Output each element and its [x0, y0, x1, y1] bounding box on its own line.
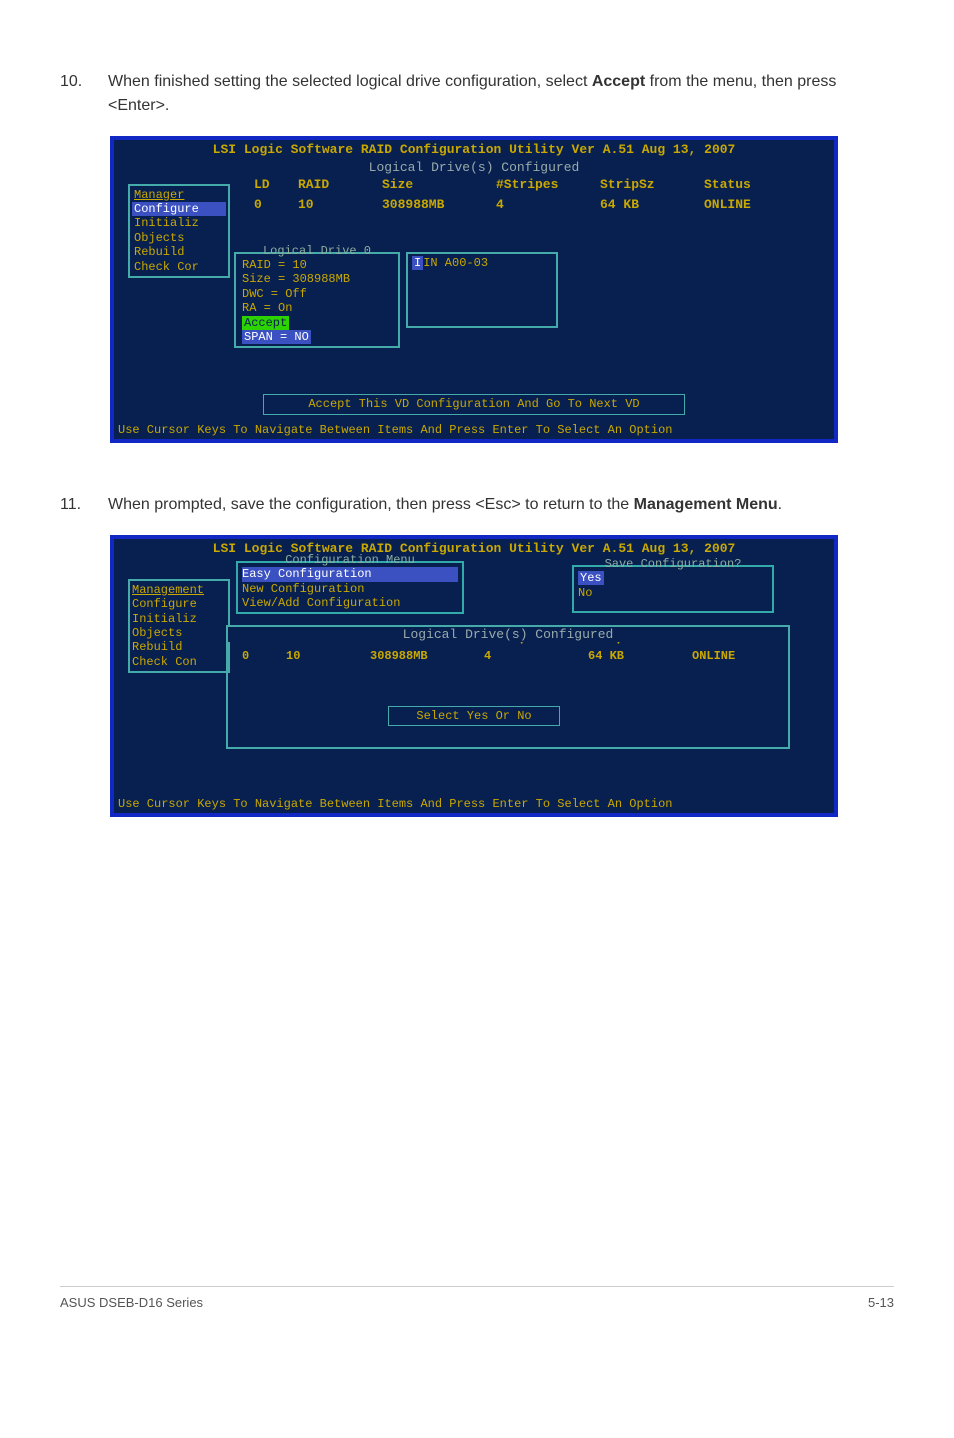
terminal-2: LSI Logic Software RAID Configuration Ut… — [114, 539, 834, 813]
col-stripes-head: #Stripes — [496, 177, 596, 193]
footer-left: ASUS DSEB-D16 Series — [60, 1295, 203, 1310]
logical-drive-panel: Logical Drive 0 RAID = 10 Size = 308988M… — [234, 252, 400, 349]
menu2-check-con[interactable]: Check Con — [132, 655, 226, 669]
save-yes[interactable]: Yes — [578, 571, 604, 585]
step-10: 10. When finished setting the selected l… — [60, 70, 894, 118]
ld-ra[interactable]: RA = On — [242, 301, 392, 315]
col-stripes-val: 4 — [496, 197, 596, 213]
step-10-num: 10. — [60, 70, 88, 118]
configured-panel: Logical Drive(s) Configured — [226, 625, 790, 749]
col-status-head: Status — [704, 177, 794, 193]
menu2-initializ[interactable]: Initializ — [132, 612, 226, 626]
step-11-num: 11. — [60, 493, 88, 517]
terminal-2-subtitle: Logical Drive(s) Configured — [228, 627, 788, 643]
step-10-bold: Accept — [592, 73, 645, 90]
step-10-text-a: When finished setting the selected logic… — [108, 73, 592, 90]
step-11-text-b: . — [778, 496, 782, 513]
step-10-text: When finished setting the selected logic… — [108, 70, 894, 118]
tooltip-panel: IIN A00-03 — [406, 252, 558, 328]
ld-size[interactable]: Size = 308988MB — [242, 272, 392, 286]
menu-initializ[interactable]: Initializ — [132, 216, 226, 230]
menu2-management[interactable]: Management — [132, 583, 226, 597]
page-footer: ASUS DSEB-D16 Series 5-13 — [60, 1286, 894, 1310]
terminal-1-subtitle: Logical Drive(s) Configured — [114, 160, 834, 176]
tooltip-prefix: I — [412, 256, 423, 270]
terminal-1-footer: Use Cursor Keys To Navigate Between Item… — [114, 421, 834, 439]
menu2-configure[interactable]: Configure — [132, 597, 226, 611]
menu-check-cor[interactable]: Check Cor — [132, 260, 226, 274]
management-menu: Manager Configure Initializ Objects Rebu… — [128, 184, 230, 278]
ld-panel-title: Logical Drive 0 — [242, 244, 392, 258]
col-stripsz-head: StripSz — [600, 177, 700, 193]
menu2-rebuild[interactable]: Rebuild — [132, 640, 226, 654]
menu-manager[interactable]: Manager — [132, 188, 226, 202]
ld-accept[interactable]: Accept — [242, 316, 289, 330]
col-stripsz-val: 64 KB — [600, 197, 700, 213]
terminal-1-title: LSI Logic Software RAID Configuration Ut… — [114, 140, 834, 160]
col-ld-head: LD — [254, 177, 294, 193]
save-configuration-dialog: Save Configuration? Yes No — [572, 565, 774, 613]
terminal-1-frame: LSI Logic Software RAID Configuration Ut… — [110, 136, 838, 443]
step-11-bold: Management Menu — [634, 496, 778, 513]
terminal-1: LSI Logic Software RAID Configuration Ut… — [114, 140, 834, 439]
save-no[interactable]: No — [578, 586, 768, 600]
configuration-menu: Configuration Menu Easy Configuration Ne… — [236, 561, 464, 615]
col-raid-val: 10 — [298, 197, 378, 213]
menu-configure[interactable]: Configure — [132, 202, 226, 216]
col-size-head: Size — [382, 177, 492, 193]
terminal-2-footer: Use Cursor Keys To Navigate Between Item… — [114, 795, 834, 813]
step-11-text: When prompted, save the configuration, t… — [108, 493, 782, 517]
menu2-objects[interactable]: Objects — [132, 626, 226, 640]
terminal-2-frame: LSI Logic Software RAID Configuration Ut… — [110, 535, 838, 817]
ld-dwc[interactable]: DWC = Off — [242, 287, 392, 301]
cfg-new[interactable]: New Configuration — [242, 582, 458, 596]
col-raid-head: RAID — [298, 177, 378, 193]
ld-raid[interactable]: RAID = 10 — [242, 258, 392, 272]
step-11: 11. When prompted, save the configuratio… — [60, 493, 894, 517]
bottom-box-1: Accept This VD Configuration And Go To N… — [263, 394, 685, 414]
ld-span[interactable]: SPAN = NO — [242, 330, 311, 344]
footer-right: 5-13 — [868, 1295, 894, 1310]
menu-rebuild[interactable]: Rebuild — [132, 245, 226, 259]
cfg-menu-title: Configuration Menu — [242, 553, 458, 567]
col-status-val: ONLINE — [704, 197, 794, 213]
step-11-text-a: When prompted, save the configuration, t… — [108, 496, 634, 513]
menu-objects[interactable]: Objects — [132, 231, 226, 245]
cfg-view[interactable]: View/Add Configuration — [242, 596, 458, 610]
save-title: Save Configuration? — [578, 557, 768, 571]
cfg-easy[interactable]: Easy Configuration — [242, 567, 458, 581]
col-ld-val: 0 — [254, 197, 294, 213]
col-size-val: 308988MB — [382, 197, 492, 213]
tooltip-text: IN A00-03 — [423, 256, 488, 270]
management-menu-2: Management Configure Initializ Objects R… — [128, 579, 230, 673]
